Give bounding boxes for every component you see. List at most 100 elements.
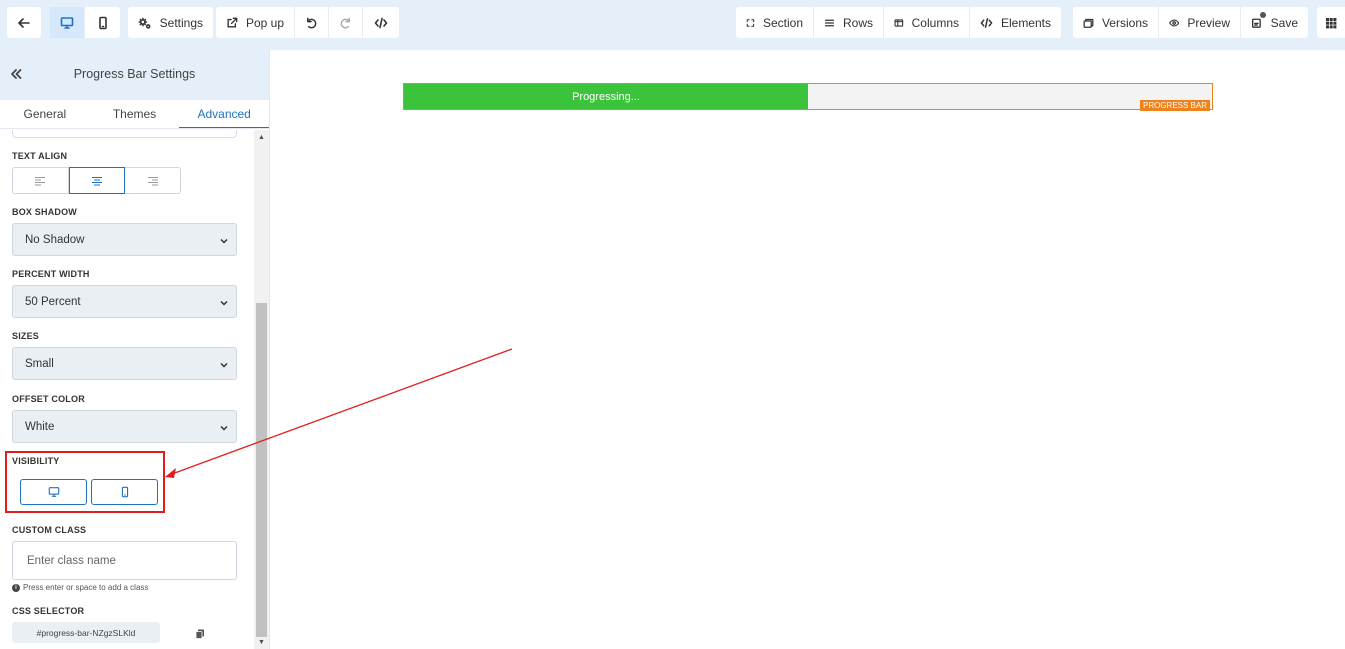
chevron-down-icon [220, 360, 228, 368]
back-button[interactable] [7, 7, 41, 38]
gears-icon [138, 17, 151, 29]
top-toolbar: Settings Pop up Section Rows Columns Ele… [0, 0, 1345, 50]
external-link-icon [227, 17, 238, 28]
percent-width-label: PERCENT WIDTH [12, 269, 90, 279]
undo-icon [307, 17, 317, 28]
unsaved-dot [1260, 12, 1266, 18]
preview-button[interactable]: Preview [1159, 7, 1241, 38]
versions-icon [1083, 18, 1094, 28]
chevron-down-icon [220, 423, 228, 431]
code-icon [374, 17, 388, 28]
apps-group [1317, 7, 1345, 38]
chevron-down-icon [220, 298, 228, 306]
visibility-desktop-toggle[interactable] [20, 479, 87, 505]
columns-label: Columns [911, 15, 959, 30]
settings-button[interactable]: Settings [128, 7, 213, 38]
desktop-icon [48, 487, 59, 497]
redo-icon [340, 17, 350, 28]
tab-advanced[interactable]: Advanced [179, 100, 269, 128]
copy-icon[interactable] [195, 628, 205, 639]
align-right-button[interactable] [125, 168, 180, 193]
arrow-left-icon [18, 17, 30, 28]
rows-button[interactable]: Rows [814, 7, 884, 38]
columns-icon [894, 18, 904, 27]
popup-label: Pop up [245, 15, 284, 30]
code-icon [980, 17, 993, 28]
percent-width-value: 50 Percent [25, 295, 81, 308]
custom-class-hint-text: Press enter or space to add a class [23, 583, 149, 592]
align-center-icon [92, 176, 102, 185]
desktop-view-button[interactable] [50, 7, 85, 38]
device-group [50, 7, 120, 38]
progress-bar-element-tag: PROGRESS BAR [1139, 100, 1210, 111]
editor-canvas: Progressing... PROGRESS BAR [271, 50, 1345, 649]
tab-general[interactable]: General [0, 100, 90, 128]
grid-icon [1326, 17, 1337, 28]
popup-button[interactable]: Pop up [216, 7, 295, 38]
text-align-control [12, 167, 181, 194]
box-shadow-label: BOX SHADOW [12, 207, 77, 217]
sidebar-title: Progress Bar Settings [73, 67, 196, 81]
progress-bar-element[interactable]: Progressing... PROGRESS BAR [403, 83, 1213, 111]
undo-button[interactable] [295, 7, 329, 38]
sidebar-header: Progress Bar Settings [0, 50, 269, 100]
scroll-down-arrow-icon[interactable]: ▼ [254, 635, 269, 649]
section-button[interactable]: Section [736, 7, 814, 38]
eye-icon [1169, 18, 1180, 27]
previous-field-edge [12, 130, 237, 138]
mobile-view-button[interactable] [85, 7, 120, 38]
back-group [7, 7, 41, 38]
progress-bar-text: Progressing... [572, 90, 640, 103]
box-shadow-value: No Shadow [25, 233, 85, 246]
offset-color-value: White [25, 420, 55, 433]
sidebar-scrollbar[interactable]: ▲ ▼ [254, 130, 269, 649]
css-selector-label: CSS SELECTOR [12, 606, 85, 616]
align-left-icon [35, 176, 46, 185]
align-center-button[interactable] [68, 167, 126, 194]
desktop-icon [60, 16, 74, 29]
custom-class-hint: i Press enter or space to add a class [12, 583, 148, 592]
rows-label: Rows [842, 15, 873, 30]
elements-label: Elements [1000, 15, 1051, 30]
percent-width-select[interactable]: 50 Percent [12, 285, 237, 318]
text-align-label: TEXT ALIGN [12, 151, 68, 161]
apps-button[interactable] [1317, 7, 1345, 38]
info-icon: i [12, 583, 20, 592]
versions-label: Versions [1101, 15, 1148, 30]
preview-label: Preview [1187, 15, 1230, 30]
visibility-label: VISIBILITY [12, 456, 60, 466]
mobile-icon [121, 486, 128, 498]
columns-button[interactable]: Columns [884, 7, 970, 38]
popup-history-group: Pop up [216, 7, 399, 38]
scroll-up-arrow-icon[interactable]: ▲ [254, 130, 269, 144]
code-button[interactable] [363, 7, 399, 38]
align-right-icon [147, 176, 158, 185]
settings-sidebar: Progress Bar Settings General Themes Adv… [0, 50, 270, 649]
publish-group: Versions Preview Save [1073, 7, 1308, 38]
tab-themes[interactable]: Themes [90, 100, 180, 128]
sizes-select[interactable]: Small [12, 347, 237, 380]
save-label: Save [1270, 15, 1298, 30]
sizes-value: Small [25, 357, 54, 370]
save-button[interactable]: Save [1241, 7, 1308, 38]
offset-color-select[interactable]: White [12, 410, 237, 443]
section-label: Section [762, 15, 803, 30]
elements-button[interactable]: Elements [970, 7, 1061, 38]
align-left-button[interactable] [13, 168, 69, 193]
offset-color-label: OFFSET COLOR [12, 394, 85, 404]
visibility-mobile-toggle[interactable] [91, 479, 158, 505]
sidebar-tabs: General Themes Advanced [0, 100, 269, 129]
chevron-down-icon [220, 236, 228, 244]
css-selector-value: #progress-bar-NZgzSLKld [12, 622, 160, 643]
scrollbar-thumb[interactable] [256, 303, 267, 637]
mobile-icon [98, 16, 107, 29]
settings-label: Settings [159, 15, 203, 30]
expand-icon [746, 18, 755, 27]
redo-button[interactable] [329, 7, 363, 38]
custom-class-input[interactable] [12, 541, 237, 580]
custom-class-label: CUSTOM CLASS [12, 525, 87, 535]
versions-button[interactable]: Versions [1073, 7, 1159, 38]
rows-icon [824, 19, 835, 26]
box-shadow-select[interactable]: No Shadow [12, 223, 237, 256]
progress-bar-fill: Progressing... [404, 84, 808, 109]
